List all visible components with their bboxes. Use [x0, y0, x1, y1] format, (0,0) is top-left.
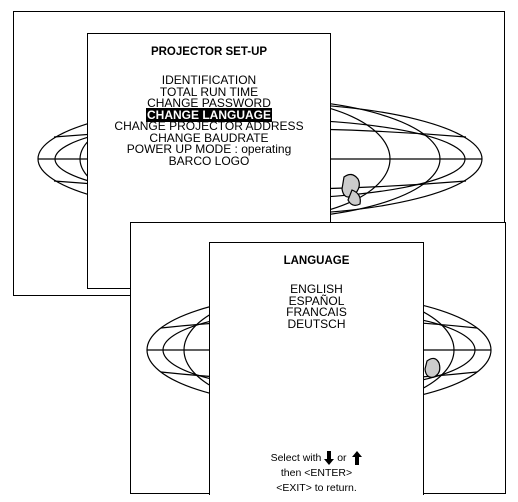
language-screen: LANGUAGE ENGLISH ESPAÑOL FRANCAIS DEUTSC…: [130, 222, 506, 495]
arrow-down-icon: [324, 451, 335, 466]
help-text: Select with or then <ENTER> <EXIT> to re…: [210, 451, 423, 496]
help-line-exit: <EXIT> to return.: [276, 482, 357, 494]
arrow-up-icon: [352, 451, 363, 466]
help-line-enter: then <ENTER>: [280, 467, 353, 479]
help-or: or: [337, 452, 347, 464]
language-menu: LANGUAGE ENGLISH ESPAÑOL FRANCAIS DEUTSC…: [209, 242, 424, 495]
language-item-deutsch[interactable]: DEUTSCH: [210, 318, 423, 331]
menu-item-barco-logo[interactable]: BARCO LOGO: [88, 155, 330, 168]
menu-title: LANGUAGE: [283, 255, 350, 267]
help-select-prefix: Select with: [270, 452, 322, 464]
menu-title: PROJECTOR SET-UP: [150, 46, 268, 58]
